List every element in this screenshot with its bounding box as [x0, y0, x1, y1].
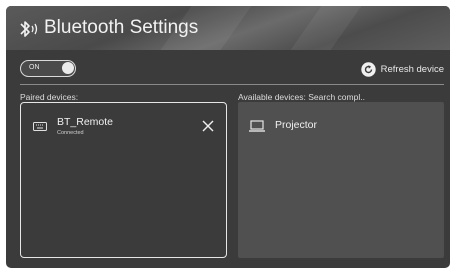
bluetooth-settings-window: Bluetooth Settings ON Refresh device Pai… [6, 6, 450, 268]
title-bar: Bluetooth Settings [6, 6, 450, 50]
device-name: BT_Remote [57, 116, 114, 128]
keyboard-icon [33, 122, 47, 131]
device-name: Projector [275, 119, 318, 131]
refresh-label: Refresh device [380, 63, 444, 75]
device-status: Connected [57, 130, 84, 136]
refresh-device-button[interactable]: Refresh device [360, 61, 444, 77]
toggle-knob [62, 62, 74, 74]
paired-devices-heading: Paired devices: [20, 92, 79, 102]
bluetooth-icon [20, 21, 38, 37]
paired-devices-panel: BT_Remote Connected [20, 102, 227, 258]
available-devices-heading: Available devices: Search compl.. [238, 92, 365, 102]
available-devices-panel: Projector [238, 102, 444, 258]
close-icon[interactable] [202, 120, 214, 132]
bluetooth-toggle[interactable]: ON [20, 60, 76, 77]
toggle-label: ON [29, 64, 40, 71]
laptop-icon [249, 120, 265, 132]
refresh-icon [360, 61, 376, 77]
divider [20, 84, 444, 85]
page-title: Bluetooth Settings [44, 17, 199, 38]
